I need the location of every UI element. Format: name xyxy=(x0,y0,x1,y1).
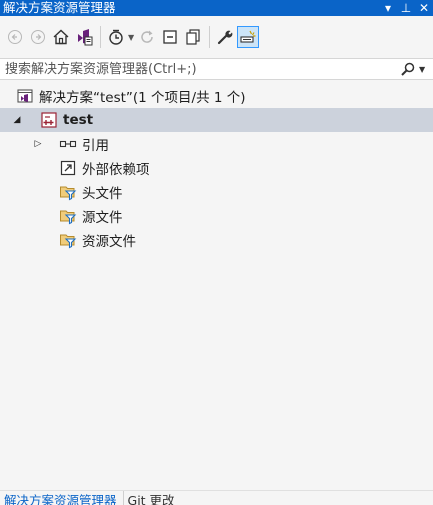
wrench-icon xyxy=(217,30,233,45)
project-label: test xyxy=(63,112,94,128)
home-icon xyxy=(53,29,69,45)
tab-solution-explorer[interactable]: 解决方案资源管理器 xyxy=(0,491,123,505)
collapse-triangle-icon[interactable]: ◢ xyxy=(10,108,24,132)
search-bar: ▼ xyxy=(0,58,433,80)
tree-item-label: 源文件 xyxy=(82,210,123,226)
properties-button[interactable] xyxy=(214,26,236,48)
clock-icon xyxy=(109,29,123,45)
filter-folder-icon xyxy=(59,231,77,249)
tree-item-header-files[interactable]: 头文件 xyxy=(0,180,433,204)
toolbar-separator xyxy=(209,26,210,48)
bottom-tab-strip: 解决方案资源管理器 Git 更改 xyxy=(0,490,433,505)
solution-tree: 解决方案“test”(1 个项目/共 1 个) ◢ test ▷ 引用 外部依赖… xyxy=(0,84,433,252)
external-dependencies-icon xyxy=(59,159,77,177)
tree-item-label: 资源文件 xyxy=(82,234,136,250)
panel-title-bar: 解决方案资源管理器 ▾ ⊥ ✕ xyxy=(0,0,433,16)
toolbar: ▼ xyxy=(0,16,433,58)
refresh-button[interactable] xyxy=(136,26,158,48)
search-input[interactable] xyxy=(0,59,397,79)
close-button[interactable]: ✕ xyxy=(415,0,433,16)
forward-button[interactable] xyxy=(27,26,49,48)
tree-item-label: 引用 xyxy=(82,138,109,154)
tree-item-resource-files[interactable]: 资源文件 xyxy=(0,228,433,252)
toolbar-separator xyxy=(100,26,101,48)
cpp-project-icon xyxy=(40,111,58,129)
panel-title: 解决方案资源管理器 xyxy=(3,0,116,15)
tree-item-label: 外部依赖项 xyxy=(82,162,150,178)
solution-label: 解决方案“test”(1 个项目/共 1 个) xyxy=(39,90,246,106)
solution-icon xyxy=(16,87,34,105)
tree-item-label: 头文件 xyxy=(82,186,123,202)
show-all-files-button[interactable] xyxy=(182,26,204,48)
collapse-all-icon xyxy=(163,30,177,44)
refresh-icon xyxy=(141,30,153,43)
references-icon xyxy=(59,135,77,153)
home-button[interactable] xyxy=(50,26,72,48)
chevron-down-icon[interactable]: ▼ xyxy=(128,33,136,42)
expand-triangle-icon[interactable]: ▷ xyxy=(31,132,45,156)
solution-node[interactable]: 解决方案“test”(1 个项目/共 1 个) xyxy=(0,84,433,108)
collapse-all-button[interactable] xyxy=(159,26,181,48)
back-icon xyxy=(8,30,22,44)
filter-folder-icon xyxy=(59,183,77,201)
tree-item-external-dependencies[interactable]: 外部依赖项 xyxy=(0,156,433,180)
tree-item-references[interactable]: ▷ 引用 xyxy=(0,132,433,156)
switch-views-button[interactable] xyxy=(73,26,95,48)
project-node[interactable]: ◢ test xyxy=(0,108,433,132)
show-all-files-icon xyxy=(186,29,200,45)
pin-button[interactable]: ⊥ xyxy=(397,0,415,16)
filter-folder-icon xyxy=(59,207,77,225)
switch-views-icon xyxy=(78,29,93,46)
forward-icon xyxy=(31,30,45,44)
preview-selected-items-button[interactable] xyxy=(237,26,259,48)
search-icon[interactable] xyxy=(397,61,419,77)
search-options-chevron-down-icon[interactable]: ▼ xyxy=(419,65,433,74)
tree-item-source-files[interactable]: 源文件 xyxy=(0,204,433,228)
back-button[interactable] xyxy=(4,26,26,48)
window-position-dropdown[interactable]: ▾ xyxy=(379,0,397,16)
tab-git-changes[interactable]: Git 更改 xyxy=(124,491,181,505)
preview-icon xyxy=(240,30,256,43)
pending-changes-filter-button[interactable] xyxy=(105,26,127,48)
